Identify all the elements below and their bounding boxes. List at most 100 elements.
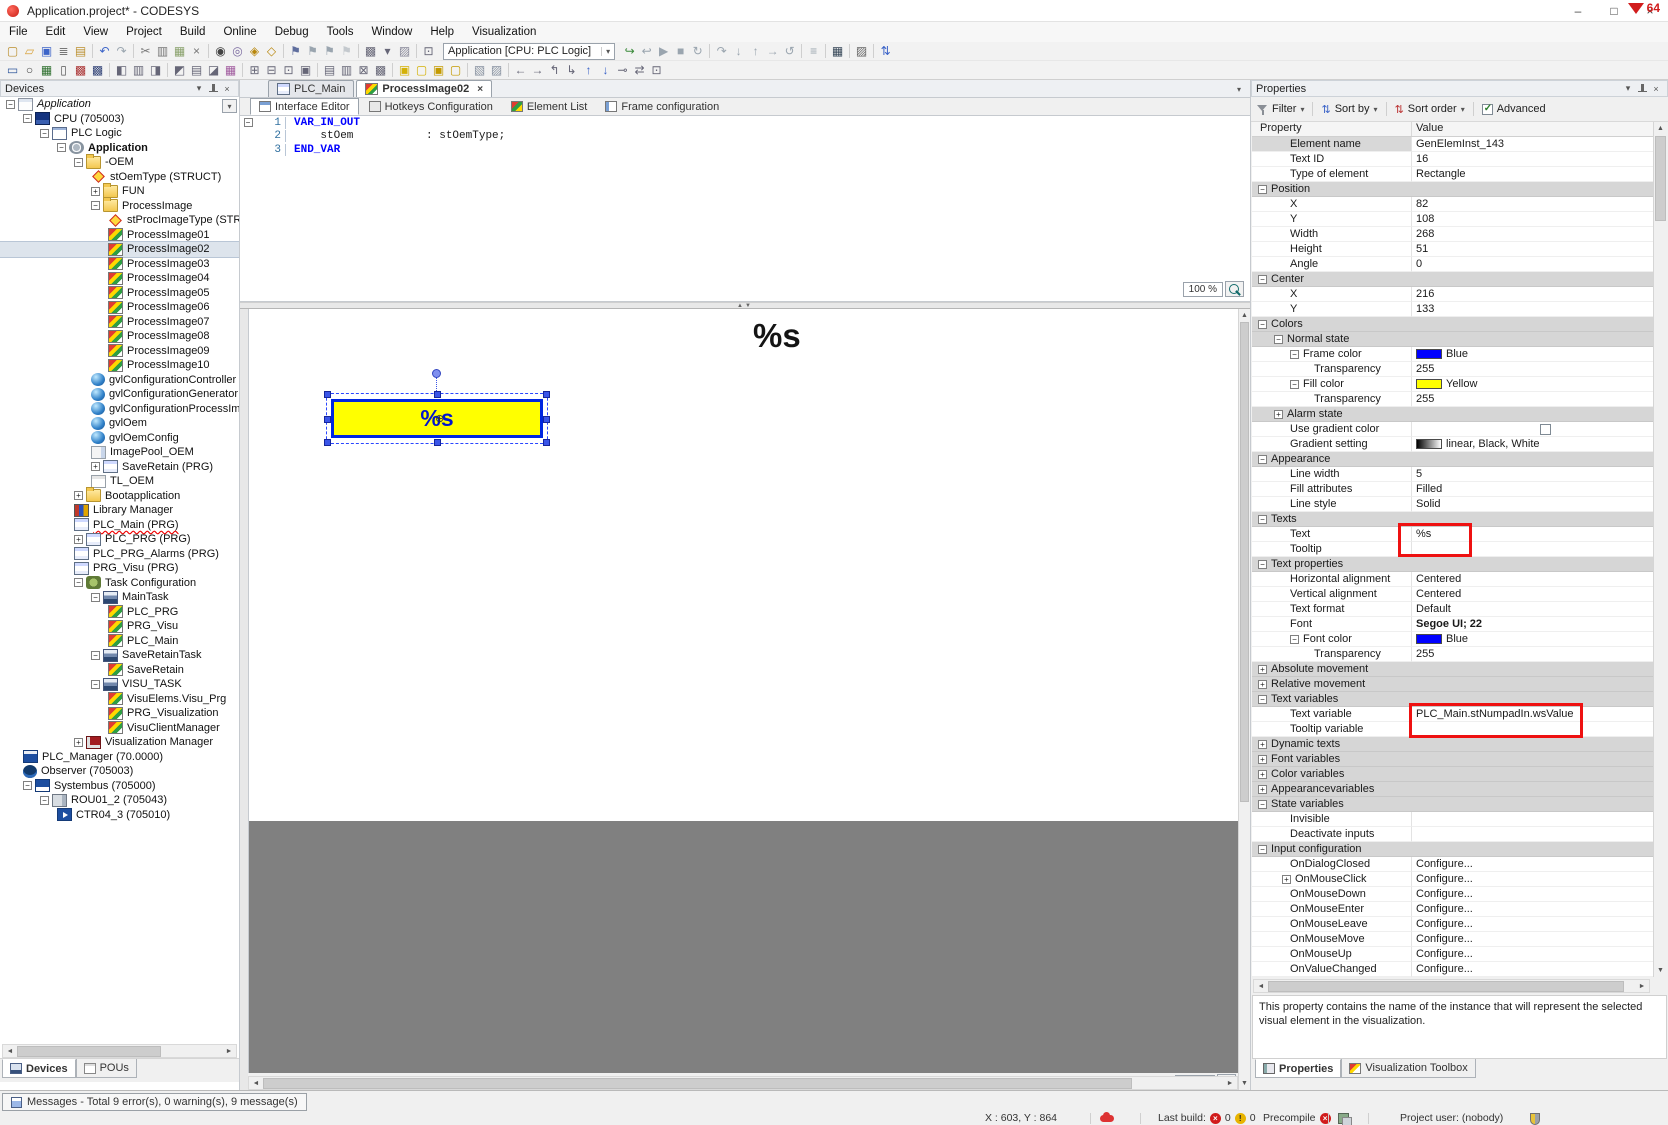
property-row-text-variable[interactable]: Text variable PLC_Main.stNumpadIn.wsValue [1252,707,1667,722]
tree-item-plc-manager-70-0000[interactable]: PLC_Manager (70.0000) [0,750,239,765]
close-tab-icon[interactable]: × [473,84,483,95]
editor-zoom-icon[interactable] [1225,281,1244,297]
property-value-cell[interactable]: Segoe UI; 22 [1412,617,1667,632]
tree-expander-icon[interactable]: − [91,679,100,689]
property-expander-icon[interactable]: − [1258,559,1267,569]
property-expander-icon[interactable]: − [1258,454,1267,464]
scroll-up-icon[interactable]: ▲ [1239,309,1250,322]
resize-handle[interactable] [434,439,441,446]
property-value-cell[interactable]: Configure... [1412,932,1667,947]
toolbar-icon-align-left[interactable]: ◧ [113,62,130,79]
tree-item-visuclientmanager[interactable]: VisuClientManager [0,721,239,736]
property-value-cell[interactable] [1412,737,1667,752]
property-row-texts[interactable]: − Texts [1252,512,1667,527]
property-value-cell[interactable] [1412,422,1667,437]
tree-expander-icon[interactable]: − [57,143,66,153]
resize-handle[interactable] [543,391,550,398]
tree-item-task-configuration[interactable]: − Task Configuration [0,576,239,591]
property-row-onmouseclick[interactable]: + OnMouseClick Configure... [1252,872,1667,887]
toolbar-icon-make-same-width[interactable]: ⊡ [280,62,297,79]
property-row-color-variables[interactable]: + Color variables [1252,767,1667,782]
property-row-deactivate-inputs[interactable]: Deactivate inputs [1252,827,1667,842]
properties-vertical-scrollbar[interactable]: ▲ ▼ [1653,122,1667,977]
close-panel-icon[interactable]: × [1649,82,1663,95]
tree-item-application[interactable]: − Application [0,97,239,112]
property-row-line-width[interactable]: Line width 5 [1252,467,1667,482]
tree-item-processimage01[interactable]: ProcessImage01 [0,228,239,243]
toolbar-icon-refresh-devices[interactable]: ⇅ [877,43,894,60]
toolbar-icon-grid-settings[interactable]: ▩ [372,62,389,79]
sub-tab-element-list[interactable]: Element List [503,98,596,115]
tree-item-processimage10[interactable]: ProcessImage10 [0,358,239,373]
property-expander-icon[interactable]: + [1258,679,1267,689]
menu-view[interactable]: View [74,22,117,42]
tree-item-gvlconfigurationprocessimage[interactable]: gvlConfigurationProcessImage [0,402,239,417]
interface-editor-code[interactable]: −1 VAR_IN_OUT 2 stOem : stOemType; 3 END_VAR… [240,116,1250,302]
property-row-onmousemove[interactable]: OnMouseMove Configure... [1252,932,1667,947]
toolbar-icon-distribute-vertically[interactable]: ⊟ [263,62,280,79]
tree-item-oem[interactable]: − -OEM [0,153,239,170]
scrollbar-thumb[interactable] [1655,136,1666,221]
property-value-cell[interactable]: 268 [1412,227,1667,242]
tree-item-processimage04[interactable]: ProcessImage04 [0,271,239,286]
tree-item-fun[interactable]: + FUN [0,182,239,199]
property-row-font[interactable]: Font Segoe UI; 22 [1252,617,1667,632]
property-expander-icon[interactable]: + [1258,739,1267,749]
column-header-value[interactable]: Value [1412,122,1667,136]
toolbar-icon-align-top[interactable]: ◩ [171,62,188,79]
tree-item-tl-oem[interactable]: TL_OEM [0,474,239,489]
toolbar-icon-start[interactable]: ▶ [655,43,672,60]
property-expander-icon[interactable]: − [1290,379,1299,389]
property-row-text[interactable]: Text %s [1252,527,1667,542]
property-value-cell[interactable] [1412,512,1667,527]
sub-tab-frame-configuration[interactable]: Frame configuration [597,98,727,115]
property-expander-icon[interactable]: + [1258,769,1267,779]
toolbar-icon-build-options[interactable]: ▾ [379,43,396,60]
property-row-frame-color[interactable]: − Frame color Blue [1252,347,1667,362]
property-value-cell[interactable] [1412,812,1667,827]
maximize-button[interactable]: □ [1596,0,1632,22]
toolbar-icon-generate-code[interactable]: ⊡ [420,43,437,60]
toolbar-icon-align-bottom[interactable]: ◪ [205,62,222,79]
selected-visual-element[interactable]: %s ⊕ [324,369,550,446]
scrollbar-thumb[interactable] [1268,980,1624,992]
tree-expander-icon[interactable]: − [40,795,49,805]
scroll-right-icon[interactable]: ► [1223,1077,1237,1089]
toolbar-icon-anchor-bottom[interactable]: ↳ [563,62,580,79]
property-row-appearancevariables[interactable]: + Appearancevariables [1252,782,1667,797]
property-value-cell[interactable] [1412,767,1667,782]
document-tab-plc-main[interactable]: PLC_Main [268,80,355,97]
toolbar-icon-cut[interactable]: ✂ [137,43,154,60]
scrollbar-thumb[interactable] [17,1045,162,1057]
property-row-center[interactable]: − Center [1252,272,1667,287]
scroll-down-icon[interactable]: ▼ [1239,1077,1250,1090]
property-row-horizontal-alignment[interactable]: Horizontal alignment Centered [1252,572,1667,587]
toolbar-icon-anchor-top[interactable]: ↰ [546,62,563,79]
toolbar-icon-clean[interactable]: ▨ [396,43,413,60]
toolbar-icon-device-catalog[interactable]: ▨ [853,43,870,60]
column-header-property[interactable]: Property [1252,122,1412,136]
tree-item-processimage05[interactable]: ProcessImage05 [0,286,239,301]
property-row-y[interactable]: Y 133 [1252,302,1667,317]
property-expander-icon[interactable]: + [1258,784,1267,794]
property-value-cell[interactable] [1412,272,1667,287]
property-row-tooltip-variable[interactable]: Tooltip variable [1252,722,1667,737]
toolbar-icon-visu-element-a[interactable]: ▩ [72,62,89,79]
property-expander-icon[interactable]: + [1274,409,1283,419]
toolbar-icon-copy[interactable]: ▥ [154,43,171,60]
property-row-transparency[interactable]: Transparency 255 [1252,362,1667,377]
panel-tab-pous[interactable]: POUs [75,1059,137,1078]
property-value-cell[interactable] [1412,542,1667,557]
property-value-cell[interactable]: Configure... [1412,902,1667,917]
canvas-horizontal-scrollbar[interactable]: ◄ ► [248,1076,1238,1090]
toolbar-icon-single-cycle[interactable]: ↻ [689,43,706,60]
toolbar-icon-delete[interactable]: × [188,43,205,60]
property-expander-icon[interactable]: − [1274,334,1283,344]
property-value-cell[interactable] [1412,752,1667,767]
menu-build[interactable]: Build [171,22,215,42]
property-value-cell[interactable] [1412,782,1667,797]
property-value-cell[interactable]: 108 [1412,212,1667,227]
toolbar-icon-distribute-horizontally[interactable]: ⊞ [246,62,263,79]
tree-item-application[interactable]: − Application [0,141,239,156]
property-row-state-variables[interactable]: − State variables [1252,797,1667,812]
